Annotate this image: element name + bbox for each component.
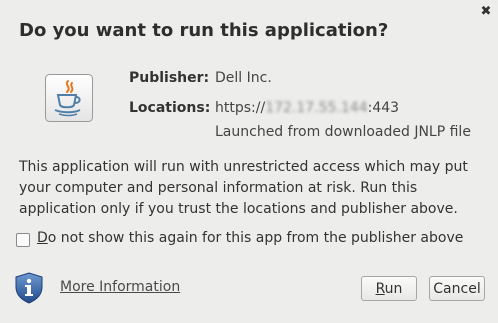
publisher-value: Dell Inc. (215, 70, 272, 86)
warning-message: This application will run with unrestric… (19, 159, 468, 217)
close-icon[interactable]: ✖ (478, 4, 494, 20)
launched-from-text: Launched from downloaded JNLP file (215, 124, 471, 140)
java-cup-icon (45, 74, 93, 122)
run-mnemonic: R (375, 281, 385, 297)
checkbox-label-text: o not show this again for this app from … (47, 230, 464, 246)
location-value: https://172.17.55.144:443 (215, 100, 399, 116)
location-host-redacted: 172.17.55.144 (265, 100, 368, 116)
cancel-button[interactable]: Cancel (429, 276, 485, 301)
dialog-title: Do you want to run this application? (19, 20, 389, 41)
shield-info-icon (15, 272, 43, 304)
locations-label: Locations: (129, 100, 211, 116)
run-label: un (384, 281, 403, 297)
location-port: :443 (367, 100, 400, 116)
location-prefix: https:// (215, 100, 266, 116)
do-not-show-label[interactable]: Do not show this again for this app from… (37, 230, 463, 246)
run-button[interactable]: Run (361, 276, 417, 301)
publisher-label: Publisher: (129, 70, 210, 86)
more-information-link[interactable]: More Information (60, 279, 180, 295)
checkbox-mnemonic: D (37, 230, 48, 246)
run-application-dialog: ✖ Do you want to run this application? P… (0, 0, 498, 323)
do-not-show-checkbox[interactable] (16, 233, 30, 247)
